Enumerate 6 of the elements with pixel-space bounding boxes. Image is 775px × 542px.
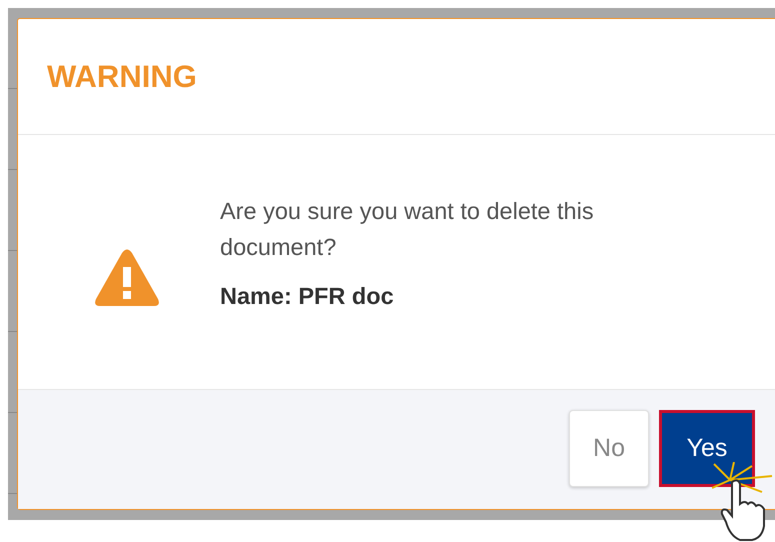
warning-icon <box>94 249 160 307</box>
dialog-title: WARNING <box>47 58 197 94</box>
document-name: Name: PFR doc <box>220 283 395 310</box>
cancel-button[interactable]: No <box>569 410 649 487</box>
confirm-button[interactable]: Yes <box>659 410 755 487</box>
confirmation-message: Are you sure you want to delete this document? <box>220 197 595 262</box>
